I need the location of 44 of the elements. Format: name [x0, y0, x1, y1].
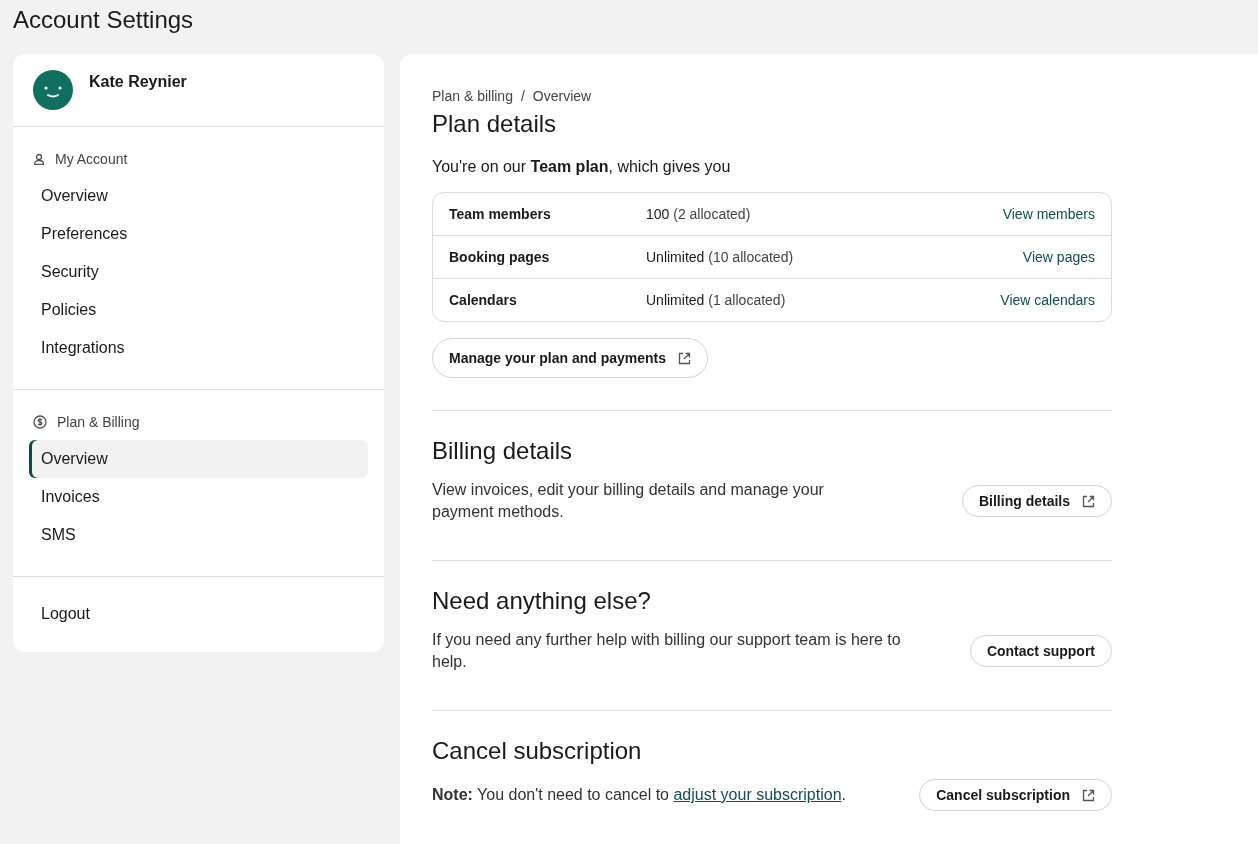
page-title: Account Settings: [12, 5, 195, 35]
row-label: Team members: [449, 206, 552, 222]
logout-link[interactable]: Logout: [29, 595, 368, 633]
adjust-subscription-link[interactable]: adjust your subscription: [673, 786, 842, 803]
group-heading: My Account: [55, 151, 128, 167]
page-heading: Plan details: [432, 110, 558, 138]
section-text: If you need any further help with billing our support team is here to help.: [432, 630, 902, 672]
group-heading: Plan & Billing: [57, 414, 140, 430]
row-link[interactable]: View pages: [1022, 249, 1095, 265]
row-value: Unlimited (1 allocated): [646, 292, 787, 308]
external-link-button[interactable]: Billing details: [962, 485, 1112, 517]
dollar-icon: [33, 415, 47, 429]
row-link[interactable]: View members: [1002, 206, 1095, 222]
row-value: 100 (2 allocated): [646, 206, 752, 222]
external-link-button[interactable]: Manage your plan and payments: [432, 338, 709, 378]
row-link[interactable]: View calendars: [1000, 292, 1095, 308]
pill-button[interactable]: Contact support: [969, 635, 1112, 667]
row-label: Calendars: [449, 292, 518, 308]
nav-item[interactable]: Invoices: [29, 478, 368, 516]
section-heading: Need anything else?: [432, 587, 652, 615]
nav-item[interactable]: Policies: [29, 291, 368, 329]
breadcrumb-link[interactable]: Plan & billing: [432, 88, 513, 104]
avatar-icon: [33, 70, 73, 110]
section-heading: Cancel subscription: [432, 737, 643, 765]
external-link-icon: [678, 351, 692, 365]
row-value: Unlimited (10 allocated): [646, 249, 795, 265]
nav-item[interactable]: Overview: [29, 440, 368, 478]
row-label: Booking pages: [449, 249, 551, 265]
section-heading: Billing details: [432, 437, 574, 465]
nav-item[interactable]: Overview: [29, 177, 368, 215]
user-name: Kate Reynier: [89, 73, 187, 92]
nav-item[interactable]: Preferences: [29, 215, 368, 253]
breadcrumb-separator: /: [520, 88, 525, 104]
nav-item[interactable]: Security: [29, 253, 368, 291]
section-text: View invoices, edit your billing details and manage your payment methods.: [432, 480, 825, 522]
nav-item[interactable]: Integrations: [29, 329, 368, 367]
nav-item[interactable]: SMS: [29, 516, 368, 554]
person-icon: [33, 153, 45, 165]
breadcrumb-link[interactable]: Overview: [532, 88, 592, 104]
external-link-icon: [1082, 494, 1095, 508]
external-link-icon: [1082, 788, 1095, 802]
external-link-button[interactable]: Cancel subscription: [919, 779, 1112, 811]
note-text: Note: You don't need to cancel to adjust your subscription.: [432, 785, 846, 805]
plan-intro: You're on our Team plan, which gives you: [432, 158, 732, 176]
